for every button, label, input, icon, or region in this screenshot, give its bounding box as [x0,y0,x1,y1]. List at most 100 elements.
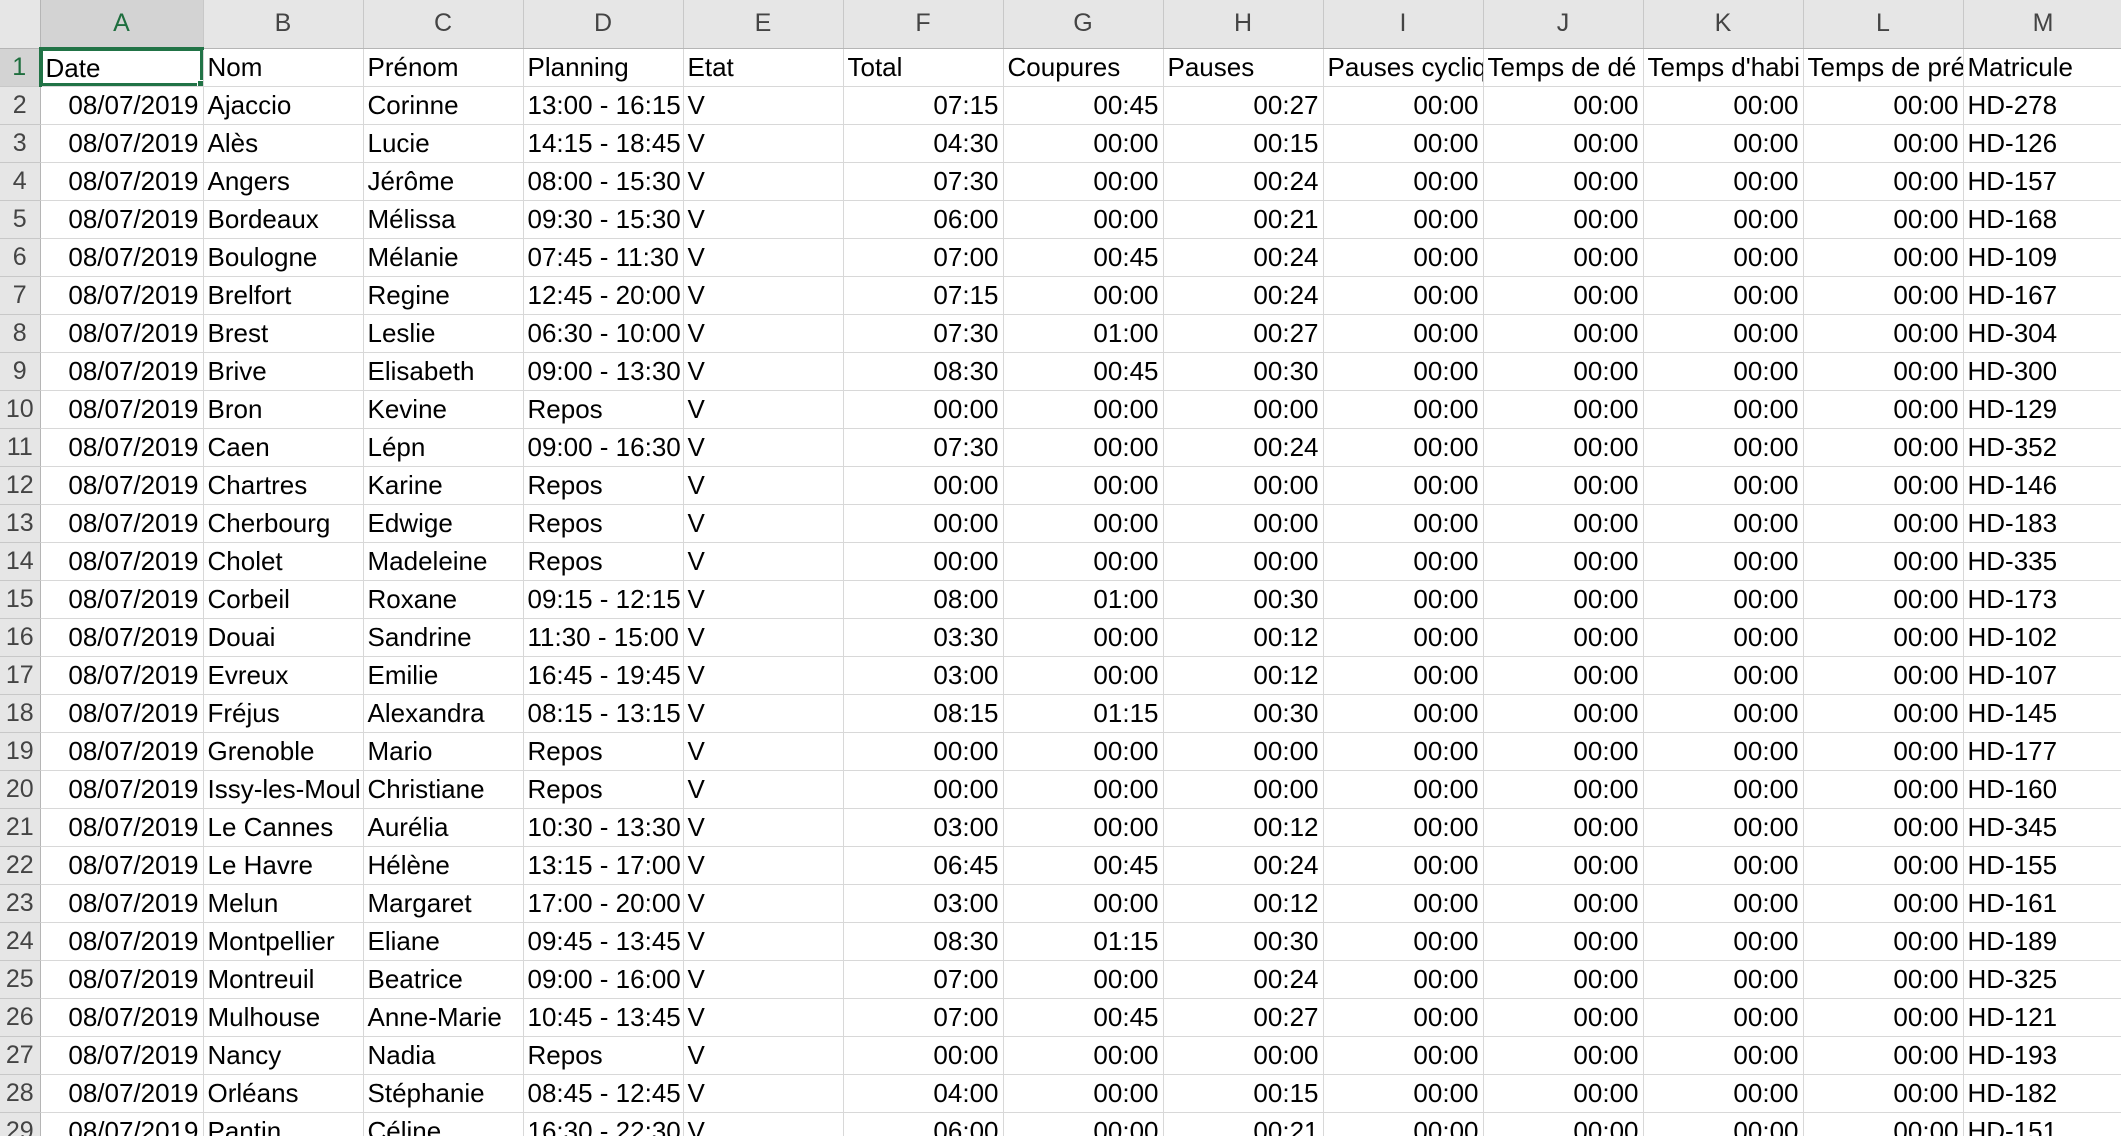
cell-m21[interactable]: HD-345 [1963,808,2121,847]
cell-c8[interactable]: Leslie [363,314,524,353]
cell-h29[interactable]: 00:21 [1163,1112,1324,1136]
cell-j11[interactable]: 00:00 [1483,428,1644,467]
cell-b14[interactable]: Cholet [203,542,364,581]
cell-j17[interactable]: 00:00 [1483,656,1644,695]
cell-l2[interactable]: 00:00 [1803,86,1964,125]
row-header[interactable]: 22 [0,846,41,885]
cell-i2[interactable]: 00:00 [1323,86,1484,125]
cell-i6[interactable]: 00:00 [1323,238,1484,277]
cell-l17[interactable]: 00:00 [1803,656,1964,695]
cell-k17[interactable]: 00:00 [1643,656,1804,695]
cell-c24[interactable]: Eliane [363,922,524,961]
cell-k27[interactable]: 00:00 [1643,1036,1804,1075]
cell-j16[interactable]: 00:00 [1483,618,1644,657]
cell-h11[interactable]: 00:24 [1163,428,1324,467]
cell-l1[interactable]: Temps de pré [1803,48,1964,87]
cell-m29[interactable]: HD-151 [1963,1112,2121,1136]
cell-c9[interactable]: Elisabeth [363,352,524,391]
cell-a15[interactable]: 08/07/2019 [40,580,204,619]
cell-g12[interactable]: 00:00 [1003,466,1164,505]
cell-b15[interactable]: Corbeil [203,580,364,619]
cell-k3[interactable]: 00:00 [1643,124,1804,163]
cell-b26[interactable]: Mulhouse [203,998,364,1037]
cell-l10[interactable]: 00:00 [1803,390,1964,429]
cell-d19[interactable]: Repos [523,732,684,771]
cell-h20[interactable]: 00:00 [1163,770,1324,809]
cell-g7[interactable]: 00:00 [1003,276,1164,315]
cell-b5[interactable]: Bordeaux [203,200,364,239]
row-header[interactable]: 11 [0,428,41,467]
cell-k18[interactable]: 00:00 [1643,694,1804,733]
cell-h7[interactable]: 00:24 [1163,276,1324,315]
cell-e26[interactable]: V [683,998,844,1037]
cell-k20[interactable]: 00:00 [1643,770,1804,809]
cell-b9[interactable]: Brive [203,352,364,391]
cell-d8[interactable]: 06:30 - 10:00 [523,314,684,353]
cell-j23[interactable]: 00:00 [1483,884,1644,923]
cell-h4[interactable]: 00:24 [1163,162,1324,201]
cell-b25[interactable]: Montreuil [203,960,364,999]
row-header[interactable]: 13 [0,504,41,543]
row-header[interactable]: 16 [0,618,41,657]
cell-b23[interactable]: Melun [203,884,364,923]
cell-e9[interactable]: V [683,352,844,391]
cell-j8[interactable]: 00:00 [1483,314,1644,353]
cell-e21[interactable]: V [683,808,844,847]
cell-h2[interactable]: 00:27 [1163,86,1324,125]
column-header-d[interactable]: D [523,0,684,49]
cell-h27[interactable]: 00:00 [1163,1036,1324,1075]
cell-c25[interactable]: Beatrice [363,960,524,999]
cell-l28[interactable]: 00:00 [1803,1074,1964,1113]
cell-f7[interactable]: 07:15 [843,276,1004,315]
cell-e3[interactable]: V [683,124,844,163]
cell-b2[interactable]: Ajaccio [203,86,364,125]
cell-f21[interactable]: 03:00 [843,808,1004,847]
cell-d23[interactable]: 17:00 - 20:00 [523,884,684,923]
cell-c27[interactable]: Nadia [363,1036,524,1075]
cell-g26[interactable]: 00:45 [1003,998,1164,1037]
cell-i9[interactable]: 00:00 [1323,352,1484,391]
cell-i28[interactable]: 00:00 [1323,1074,1484,1113]
cell-e20[interactable]: V [683,770,844,809]
cell-e25[interactable]: V [683,960,844,999]
cell-l21[interactable]: 00:00 [1803,808,1964,847]
cell-a3[interactable]: 08/07/2019 [40,124,204,163]
cell-b3[interactable]: Alès [203,124,364,163]
cell-h28[interactable]: 00:15 [1163,1074,1324,1113]
cell-a10[interactable]: 08/07/2019 [40,390,204,429]
row-header[interactable]: 2 [0,86,41,125]
cell-m20[interactable]: HD-160 [1963,770,2121,809]
cell-k29[interactable]: 00:00 [1643,1112,1804,1136]
cell-d12[interactable]: Repos [523,466,684,505]
cell-k11[interactable]: 00:00 [1643,428,1804,467]
cell-k19[interactable]: 00:00 [1643,732,1804,771]
cell-j22[interactable]: 00:00 [1483,846,1644,885]
cell-a12[interactable]: 08/07/2019 [40,466,204,505]
row-header[interactable]: 23 [0,884,41,923]
cell-h12[interactable]: 00:00 [1163,466,1324,505]
cell-m5[interactable]: HD-168 [1963,200,2121,239]
cell-k4[interactable]: 00:00 [1643,162,1804,201]
cell-d14[interactable]: Repos [523,542,684,581]
cell-m28[interactable]: HD-182 [1963,1074,2121,1113]
row-header[interactable]: 4 [0,162,41,201]
cell-e1[interactable]: Etat [683,48,844,87]
cell-l6[interactable]: 00:00 [1803,238,1964,277]
cell-b1[interactable]: Nom [203,48,364,87]
cell-b27[interactable]: Nancy [203,1036,364,1075]
cell-l22[interactable]: 00:00 [1803,846,1964,885]
cell-j19[interactable]: 00:00 [1483,732,1644,771]
cell-e2[interactable]: V [683,86,844,125]
cell-c2[interactable]: Corinne [363,86,524,125]
cell-l12[interactable]: 00:00 [1803,466,1964,505]
cell-h5[interactable]: 00:21 [1163,200,1324,239]
cell-c21[interactable]: Aurélia [363,808,524,847]
cell-d3[interactable]: 14:15 - 18:45 [523,124,684,163]
cell-k14[interactable]: 00:00 [1643,542,1804,581]
cell-k24[interactable]: 00:00 [1643,922,1804,961]
cell-j18[interactable]: 00:00 [1483,694,1644,733]
cell-i10[interactable]: 00:00 [1323,390,1484,429]
cell-e28[interactable]: V [683,1074,844,1113]
cell-e13[interactable]: V [683,504,844,543]
cell-b7[interactable]: Brelfort [203,276,364,315]
